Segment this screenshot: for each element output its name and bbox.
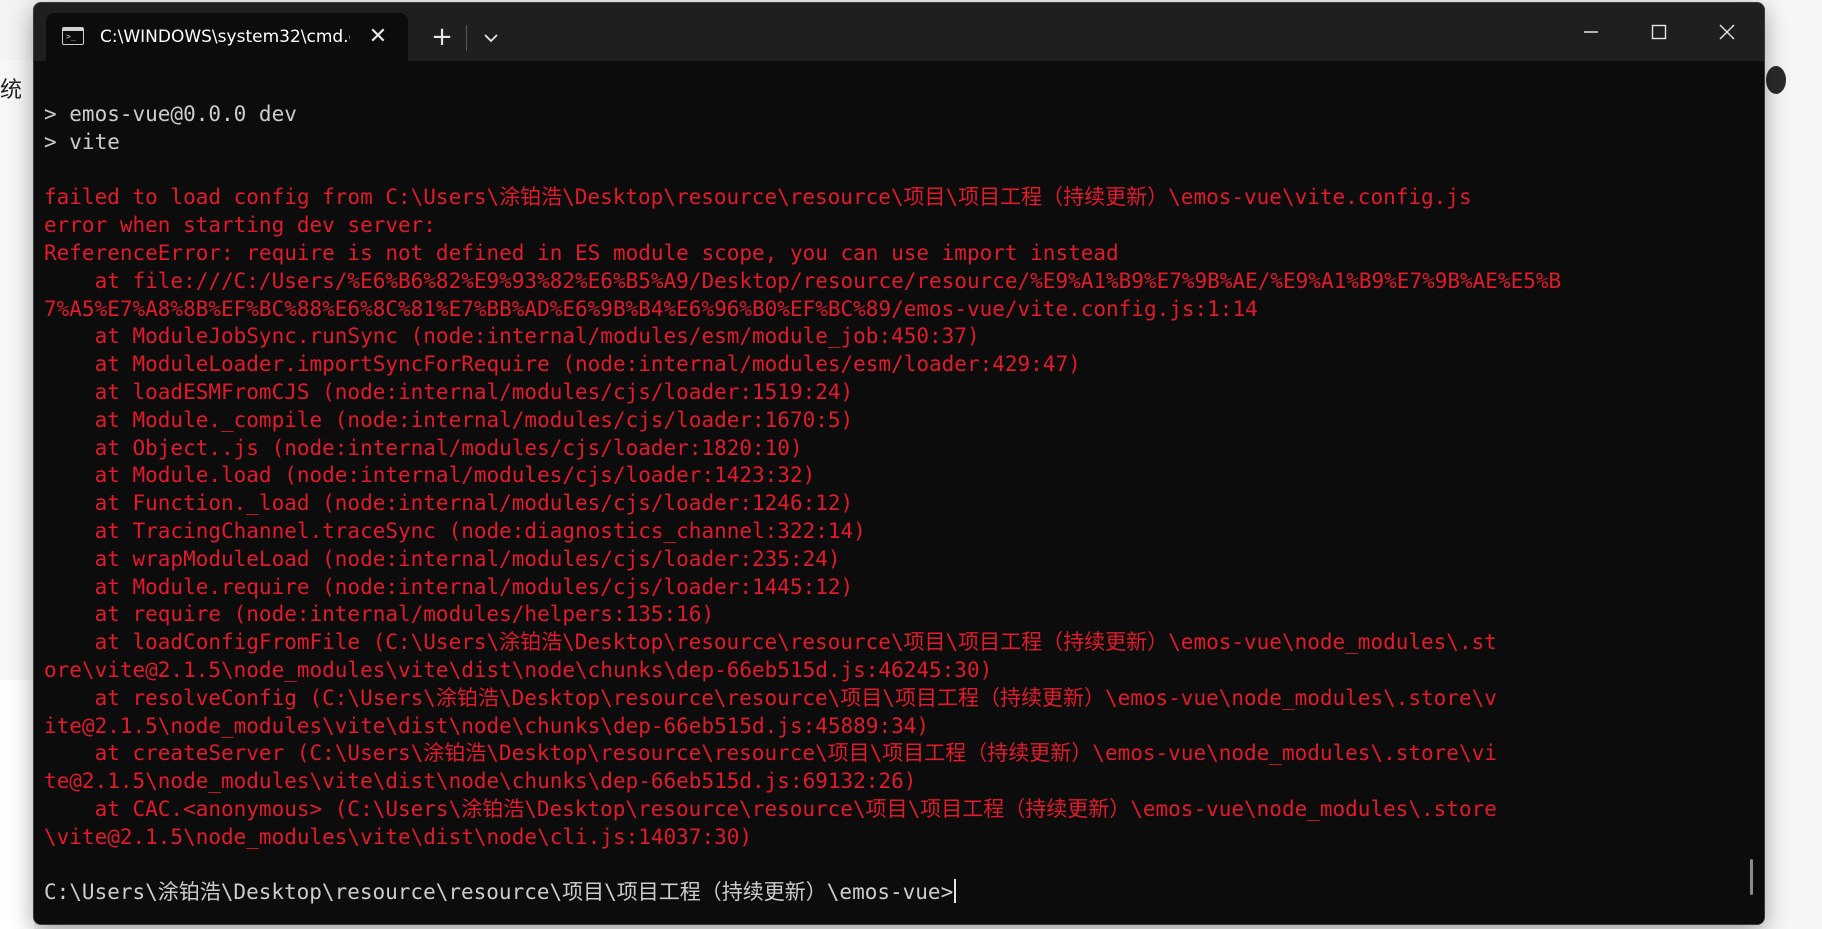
terminal-line: at require (node:internal/modules/helper… (44, 602, 715, 627)
terminal-line: at TracingChannel.traceSync (node:diagno… (44, 518, 866, 543)
terminal-line: at CAC.<anonymous> (C:\Users\涂铂浩\Desktop… (44, 796, 1497, 821)
terminal-line: at loadConfigFromFile (C:\Users\涂铂浩\Desk… (44, 630, 1497, 655)
minimize-button[interactable] (1557, 3, 1625, 61)
close-window-button[interactable] (1693, 3, 1761, 61)
terminal-line: at Module._compile (node:internal/module… (44, 407, 854, 432)
background-app-label: 统 (0, 78, 23, 103)
background-app-right-edge (1762, 0, 1822, 929)
close-icon (1719, 24, 1735, 40)
terminal-line: at ModuleLoader.importSyncForRequire (no… (44, 352, 1081, 377)
terminal-line: at resolveConfig (C:\Users\涂铂浩\Desktop\r… (44, 685, 1497, 710)
terminal-line: at createServer (C:\Users\涂铂浩\Desktop\re… (44, 741, 1497, 766)
terminal-lines: > emos-vue@0.0.0 dev > vite failed to load… (44, 101, 1744, 907)
terminal-line: error when starting dev server: (44, 213, 436, 238)
terminal-line: ite@2.1.5\node_modules\vite\dist\node\ch… (44, 713, 930, 738)
scrollbar[interactable] (1750, 859, 1753, 895)
terminal-line: \vite@2.1.5\node_modules\vite\dist\node\… (44, 824, 753, 849)
terminal-line: 7%A5%E7%A8%8B%EF%BC%88%E6%8C%81%E7%BB%AD… (44, 296, 1258, 321)
title-bar[interactable]: >_ C:\WINDOWS\system32\cmd.exe ✕ + (34, 3, 1764, 61)
terminal-line: ReferenceError: require is not defined i… (44, 240, 1119, 265)
minimize-icon (1584, 31, 1598, 33)
tab-title: C:\WINDOWS\system32\cmd.exe (100, 27, 350, 47)
text-cursor (954, 879, 957, 904)
terminal-line: at Function._load (node:internal/modules… (44, 491, 854, 516)
tab-dropdown-button[interactable] (474, 21, 508, 55)
terminal-window: >_ C:\WINDOWS\system32\cmd.exe ✕ + (33, 2, 1765, 925)
terminal-line: at Module.require (node:internal/modules… (44, 574, 854, 599)
terminal-line: at loadESMFromCJS (node:internal/modules… (44, 379, 854, 404)
prompt-text: C:\Users\涂铂浩\Desktop\resource\resource\项… (44, 880, 954, 905)
background-app-bottom (0, 680, 34, 929)
terminal-line: at Object..js (node:internal/modules/cjs… (44, 435, 803, 460)
background-app-avatar (1766, 66, 1786, 94)
background-app-sidebar (0, 60, 35, 680)
tab-separator (466, 25, 467, 51)
tab-cmd[interactable]: >_ C:\WINDOWS\system32\cmd.exe ✕ (46, 13, 408, 61)
terminal-icon: >_ (62, 27, 84, 45)
terminal-line: > vite (44, 129, 120, 154)
terminal-line: failed to load config from C:\Users\涂铂浩\… (44, 185, 1472, 210)
new-tab-button[interactable]: + (424, 21, 460, 55)
terminal-line: te@2.1.5\node_modules\vite\dist\node\chu… (44, 769, 917, 794)
maximize-icon (1651, 24, 1667, 40)
terminal-line: ore\vite@2.1.5\node_modules\vite\dist\no… (44, 657, 993, 682)
maximize-button[interactable] (1625, 3, 1693, 61)
chevron-down-icon (484, 34, 498, 43)
terminal-line: at Module.load (node:internal/modules/cj… (44, 463, 816, 488)
tab-close-button[interactable]: ✕ (364, 23, 392, 51)
terminal-output[interactable]: > emos-vue@0.0.0 dev > vite failed to load… (34, 61, 1764, 924)
terminal-line: at wrapModuleLoad (node:internal/modules… (44, 546, 841, 571)
command-prompt[interactable]: C:\Users\涂铂浩\Desktop\resource\resource\项… (44, 879, 1744, 907)
terminal-line: at file:///C:/Users/%E6%B6%82%E9%93%82%E… (44, 268, 1562, 293)
terminal-line: at ModuleJobSync.runSync (node:internal/… (44, 324, 980, 349)
terminal-line: > emos-vue@0.0.0 dev (44, 102, 297, 126)
